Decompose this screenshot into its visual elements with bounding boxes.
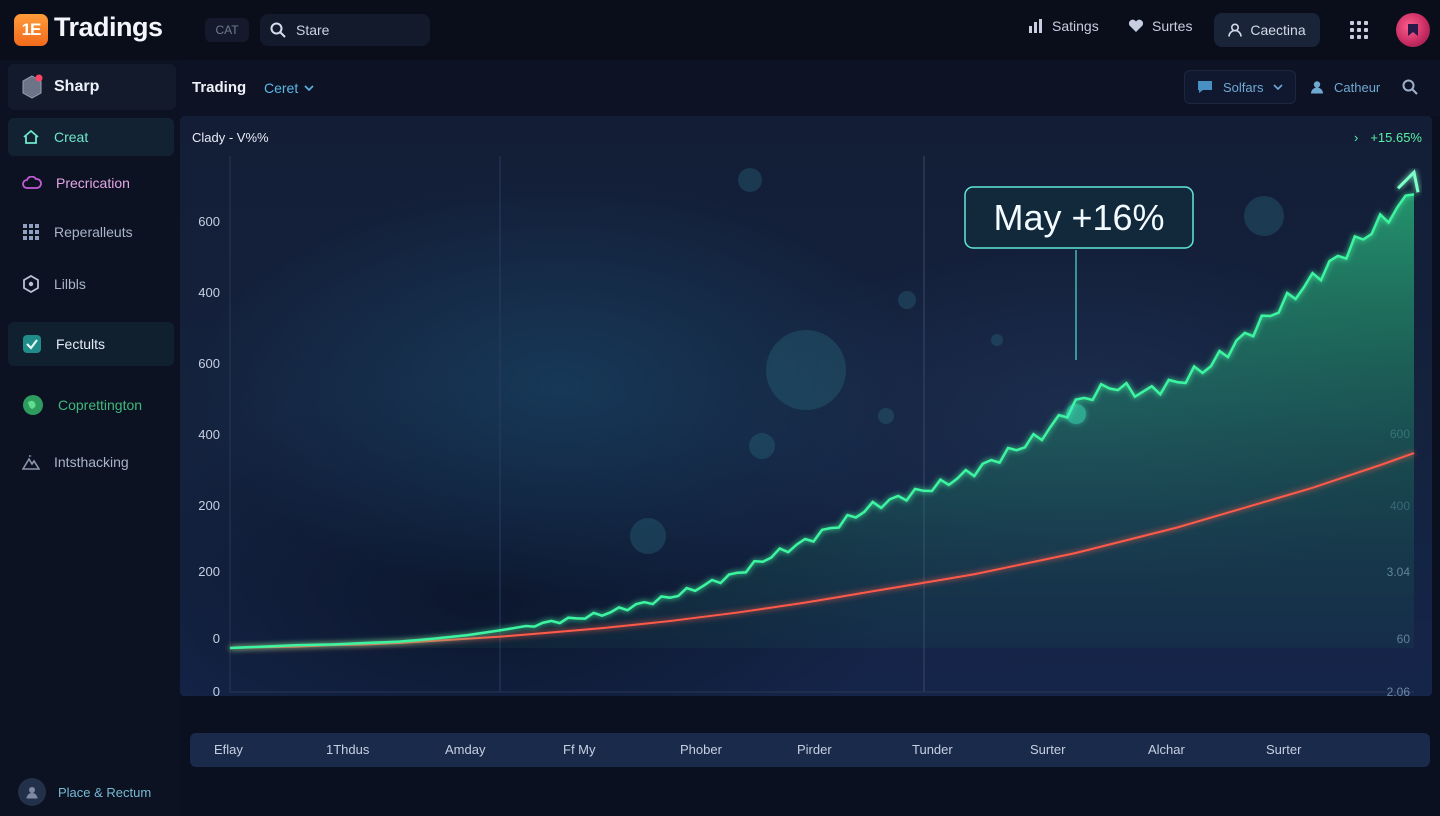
favorites-link[interactable]: Surtes bbox=[1128, 18, 1192, 34]
chevron-down-icon bbox=[304, 85, 314, 91]
sidebar-item-lilbls[interactable]: Lilbls bbox=[8, 265, 174, 303]
check-icon bbox=[23, 335, 41, 353]
sidebar-item-label: Creat bbox=[54, 129, 89, 145]
user-circle-icon bbox=[18, 778, 46, 806]
search-input[interactable] bbox=[296, 22, 416, 38]
profile-button-label: Caectina bbox=[1250, 22, 1306, 38]
y-tick-label: 400 bbox=[198, 427, 220, 442]
timeline-label[interactable]: Phober bbox=[680, 742, 722, 757]
sidebar-item-label: Coprettington bbox=[58, 397, 143, 413]
sidebar-item-label: Precrication bbox=[56, 175, 130, 191]
annotation-marker bbox=[1066, 404, 1086, 424]
bokeh-dot bbox=[630, 518, 666, 554]
sidebar-item-precrication[interactable]: Precrication bbox=[8, 164, 174, 202]
y-tick-label: 600 bbox=[198, 356, 220, 371]
bokeh-dot bbox=[749, 433, 775, 459]
sidebar-item-label: Fectults bbox=[56, 336, 106, 352]
search-box[interactable] bbox=[260, 14, 430, 46]
bokeh-dot bbox=[991, 334, 1003, 346]
sidebar-brand-label: Sharp bbox=[54, 78, 100, 95]
section-title: Trading bbox=[192, 79, 247, 96]
timeline-label[interactable]: Ff My bbox=[563, 742, 596, 757]
timeline-label[interactable]: 1Thdus bbox=[326, 742, 369, 757]
market-select[interactable]: Ceret bbox=[264, 80, 314, 96]
brand-badge-icon bbox=[22, 74, 43, 99]
timeline-label[interactable]: Eflay bbox=[214, 742, 243, 757]
timeline-label[interactable]: Alchar bbox=[1148, 742, 1185, 757]
sidebar-item-intsthacking[interactable]: Intsthacking bbox=[8, 443, 174, 481]
heart-icon bbox=[1128, 19, 1144, 32]
user-icon bbox=[1311, 81, 1323, 94]
bokeh-dot bbox=[738, 168, 762, 192]
y-tick-label-right: 2.06 bbox=[1387, 685, 1411, 696]
category-chip[interactable]: CAT bbox=[205, 18, 249, 42]
sidebar-footer-label: Place & Rectum bbox=[58, 784, 152, 800]
timeline-bar[interactable]: Eflay 1Thdus Amday Ff My Phober Pirder Tunder S… bbox=[190, 733, 1430, 767]
search-icon[interactable] bbox=[1402, 79, 1418, 95]
y-tick-label: 400 bbox=[198, 285, 220, 300]
y-tick-label: 600 bbox=[198, 214, 220, 229]
user-menu-button[interactable]: Catheur bbox=[1298, 70, 1392, 104]
mountain-icon bbox=[22, 455, 40, 470]
grid-icon bbox=[23, 224, 39, 240]
bookmark-icon bbox=[1408, 24, 1418, 36]
filter-dropdown-label: Solfars bbox=[1223, 79, 1264, 95]
logo-text: 1E bbox=[21, 20, 42, 39]
market-select-value: Ceret bbox=[264, 80, 299, 96]
chevron-down-icon bbox=[1273, 84, 1284, 90]
app-logo[interactable]: 1E bbox=[14, 14, 48, 46]
settings-link[interactable]: Satings bbox=[1028, 18, 1099, 34]
top-bar: 1E Tradings CAT Satings Surtes Caectina bbox=[0, 0, 1440, 60]
sidebar-item-creat[interactable]: Creat bbox=[8, 118, 174, 156]
sidebar: Sharp Creat Precrication Reperalleuts Li… bbox=[0, 60, 180, 816]
bokeh-dot bbox=[898, 291, 916, 309]
bokeh-dot bbox=[766, 330, 846, 410]
annotation-label: May +16% bbox=[993, 197, 1164, 238]
user-icon bbox=[1228, 23, 1243, 37]
sub-header: Trading Ceret Solfars Catheur bbox=[180, 60, 1440, 116]
timeline-label[interactable]: Surter bbox=[1030, 742, 1065, 757]
timeline-label[interactable]: Surter bbox=[1266, 742, 1301, 757]
sidebar-item-coprettington[interactable]: Coprettington bbox=[8, 386, 174, 424]
y-tick-label: 0 bbox=[213, 631, 220, 646]
timeline-label[interactable]: Tunder bbox=[912, 742, 953, 757]
cloud-icon bbox=[22, 176, 42, 189]
settings-label: Satings bbox=[1052, 18, 1099, 34]
profile-button[interactable]: Caectina bbox=[1214, 13, 1320, 47]
y-tick-label: 0 bbox=[213, 684, 220, 696]
sidebar-item-label: Reperalleuts bbox=[54, 224, 133, 240]
sidebar-footer-link[interactable]: Place & Rectum bbox=[18, 778, 151, 806]
bokeh-dot bbox=[1244, 196, 1284, 236]
y-tick-label: 200 bbox=[198, 498, 220, 513]
bokeh-dot bbox=[878, 408, 894, 424]
series-area-fill bbox=[230, 194, 1414, 648]
sidebar-brand[interactable]: Sharp bbox=[8, 64, 176, 110]
sidebar-item-reperalleuts[interactable]: Reperalleuts bbox=[8, 213, 174, 251]
favorites-label: Surtes bbox=[1152, 18, 1193, 34]
apps-grid-icon[interactable] bbox=[1350, 21, 1368, 39]
hexagon-icon bbox=[23, 275, 39, 293]
user-menu-label: Catheur bbox=[1334, 79, 1381, 95]
chart-panel: Clady - V%% › +15.65% 600 400 600 400 200 200… bbox=[180, 116, 1432, 696]
trend-arrow bbox=[1396, 169, 1420, 193]
avatar[interactable] bbox=[1396, 13, 1430, 47]
app-title: Tradings bbox=[54, 12, 163, 42]
filter-dropdown[interactable]: Solfars bbox=[1184, 70, 1297, 104]
timeline-label[interactable]: Pirder bbox=[797, 742, 832, 757]
line-chart[interactable]: 600400600400200200006004003.04602.062030… bbox=[180, 116, 1432, 696]
sidebar-item-label: Intsthacking bbox=[54, 454, 129, 470]
chart-icon bbox=[1029, 19, 1042, 33]
y-tick-label: 200 bbox=[198, 564, 220, 579]
sidebar-item-label: Lilbls bbox=[54, 276, 86, 292]
search-icon bbox=[270, 22, 286, 38]
home-icon bbox=[23, 129, 39, 144]
timeline-label[interactable]: Amday bbox=[445, 742, 485, 757]
chat-icon bbox=[1198, 81, 1212, 93]
globe-icon bbox=[23, 395, 43, 415]
sidebar-item-fectults[interactable]: Fectults bbox=[8, 322, 174, 366]
